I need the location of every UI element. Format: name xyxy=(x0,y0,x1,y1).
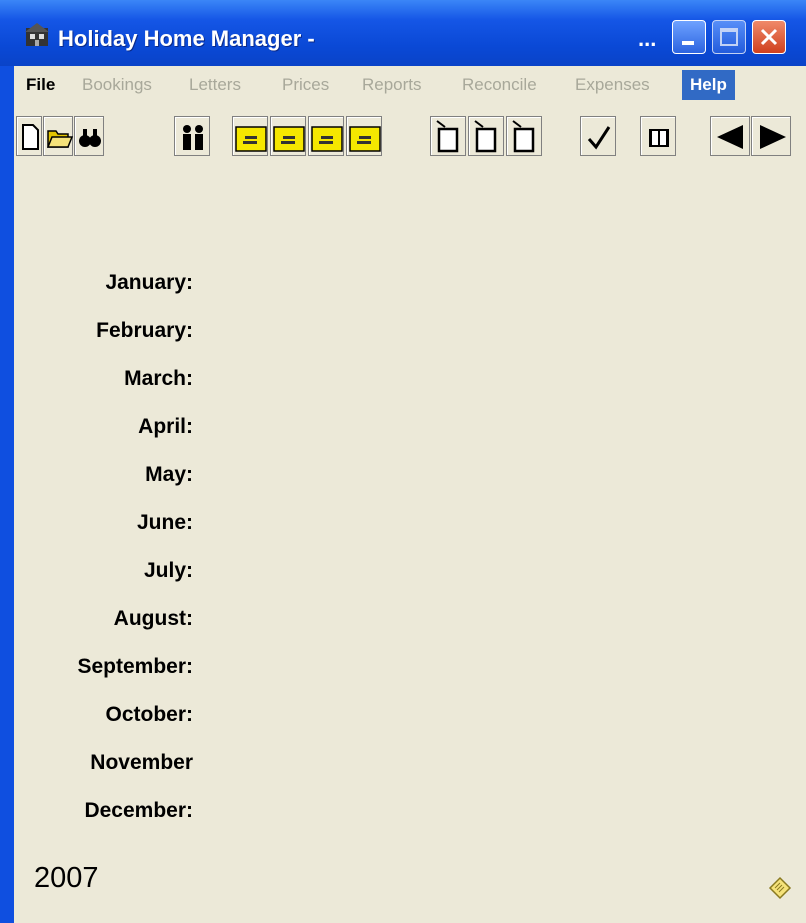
toolbar xyxy=(14,106,806,162)
book-button[interactable] xyxy=(640,116,676,156)
window-title: Holiday Home Manager - xyxy=(58,26,315,51)
menu-reconcile[interactable]: Reconcile xyxy=(462,75,537,95)
letter-button-1[interactable] xyxy=(430,116,466,156)
close-icon xyxy=(760,28,778,46)
maximize-button[interactable] xyxy=(712,20,746,54)
booking-yellow-4-icon xyxy=(349,126,381,152)
open-button[interactable] xyxy=(43,116,74,156)
booking-yellow-3-icon xyxy=(311,126,343,152)
month-label-may: May: xyxy=(145,463,193,486)
menu-bar: File Bookings Letters Prices Reports Rec… xyxy=(14,66,806,106)
letter-page-2-icon xyxy=(474,120,497,153)
month-label-october: October: xyxy=(105,703,193,726)
open-folder-icon xyxy=(46,130,74,148)
menu-prices[interactable]: Prices xyxy=(282,75,329,95)
month-label-january: January: xyxy=(105,271,193,294)
maximize-icon xyxy=(720,28,738,46)
note-icon[interactable] xyxy=(766,874,794,902)
menu-help[interactable]: Help xyxy=(682,70,735,100)
menu-reports[interactable]: Reports xyxy=(362,75,422,95)
month-label-december: December: xyxy=(84,799,193,822)
new-button[interactable] xyxy=(16,116,42,156)
booking-button-3[interactable] xyxy=(308,116,344,156)
next-button[interactable] xyxy=(751,116,791,156)
letter-page-3-icon xyxy=(512,120,535,153)
menu-bookings[interactable]: Bookings xyxy=(82,75,152,95)
menu-letters[interactable]: Letters xyxy=(189,75,241,95)
guests-button[interactable] xyxy=(174,116,210,156)
close-button[interactable] xyxy=(752,20,786,54)
booking-button-2[interactable] xyxy=(270,116,306,156)
minimize-button[interactable] xyxy=(672,20,706,54)
menu-expenses[interactable]: Expenses xyxy=(575,75,650,95)
letter-page-1-icon xyxy=(436,120,459,153)
find-binoculars-icon xyxy=(79,129,101,147)
find-button[interactable] xyxy=(74,116,104,156)
month-label-july: July: xyxy=(143,559,193,582)
month-label-august: August: xyxy=(113,607,193,630)
month-label-november: November xyxy=(90,751,193,774)
month-label-june: June: xyxy=(136,511,193,534)
year-label: 2007 xyxy=(34,862,99,894)
minimize-icon xyxy=(682,41,694,45)
month-label-march: March: xyxy=(124,367,193,390)
previous-button[interactable] xyxy=(710,116,750,156)
book-icon xyxy=(649,129,669,147)
new-document-icon xyxy=(22,124,39,150)
booking-button-1[interactable] xyxy=(232,116,268,156)
letter-button-3[interactable] xyxy=(506,116,542,156)
guests-people-icon xyxy=(183,125,203,150)
month-label-february: February: xyxy=(96,319,193,342)
app-house-icon xyxy=(25,23,49,46)
booking-yellow-2-icon xyxy=(273,126,305,152)
next-arrow-icon xyxy=(760,125,786,149)
app-window: Holiday Home Manager - ... File Bookings… xyxy=(0,0,806,923)
booking-button-4[interactable] xyxy=(346,116,382,156)
menu-file[interactable]: File xyxy=(26,75,55,95)
calendar-panel: January: February: March: April: May: Ju… xyxy=(14,162,806,923)
month-label-april: April: xyxy=(138,415,193,438)
letter-button-2[interactable] xyxy=(468,116,504,156)
month-label-september: September: xyxy=(77,655,193,678)
window-title-overflow: ... xyxy=(638,26,657,51)
checkmark-icon xyxy=(587,126,611,150)
previous-arrow-icon xyxy=(717,125,743,149)
reconcile-check-button[interactable] xyxy=(580,116,616,156)
booking-yellow-1-icon xyxy=(235,126,267,152)
title-bar[interactable]: Holiday Home Manager - ... xyxy=(0,0,806,66)
